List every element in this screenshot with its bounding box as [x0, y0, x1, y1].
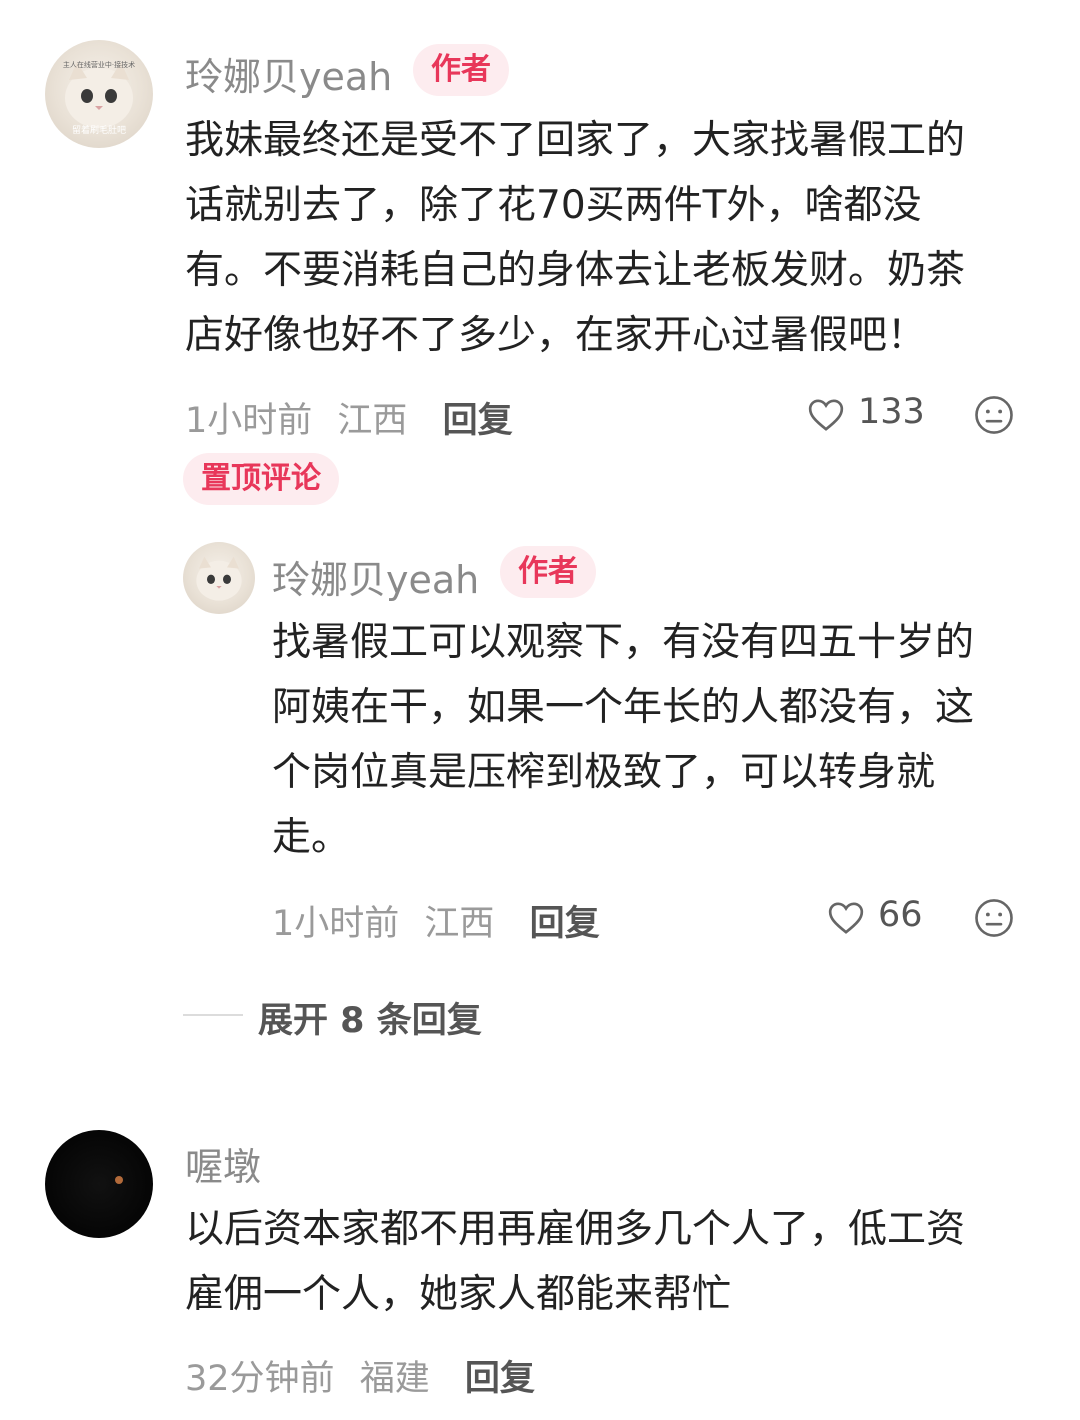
timestamp: 32分钟前: [185, 1359, 335, 1399]
heart-outline-icon[interactable]: [806, 395, 846, 435]
comment-text[interactable]: 我妹最终还是受不了回家了，大家找暑假工的 话就别去了，除了花70买两件T外，啥都…: [185, 108, 1045, 368]
comment-line: 以后资本家都不用再雇佣多几个人了，低工资: [185, 1207, 966, 1252]
pinned-badge: 置顶评论: [183, 453, 339, 505]
like-count: 133: [858, 392, 925, 432]
expand-replies-button[interactable]: 展开 8 条回复: [258, 992, 482, 1043]
neutral-face-icon[interactable]: [973, 897, 1015, 939]
comment-meta: 32分钟前 福建 回复: [185, 1350, 535, 1401]
comment-line: 雇佣一个人，她家人都能来帮忙: [185, 1272, 732, 1317]
comment-text[interactable]: 以后资本家都不用再雇佣多几个人了，低工资 雇佣一个人，她家人都能来帮忙: [185, 1197, 1045, 1327]
timestamp: 1小时前: [185, 401, 313, 441]
comment-line: 话就别去了，除了花70买两件T外，啥都没: [185, 183, 922, 228]
moon-avatar-image: [115, 1176, 123, 1184]
avatar[interactable]: [45, 1130, 153, 1238]
avatar-caption-top: 主人在线营业中·接技术: [62, 61, 136, 69]
location: 福建: [359, 1359, 430, 1399]
reply-line: 阿姨在干，如果一个年长的人都没有，这: [272, 685, 975, 730]
avatar[interactable]: 主人在线营业中·接技术 留着刷毛肚吧: [45, 40, 153, 148]
cat-avatar-image: [196, 556, 242, 601]
reply-button[interactable]: 回复: [443, 401, 513, 441]
neutral-face-icon[interactable]: [973, 394, 1015, 436]
username[interactable]: 玲娜贝yeah: [185, 46, 392, 101]
reply-text[interactable]: 找暑假工可以观察下，有没有四五十岁的 阿姨在干，如果一个年长的人都没有，这 个岗…: [272, 610, 1052, 870]
reply-meta: 1小时前 江西 回复: [272, 895, 600, 946]
reply-button[interactable]: 回复: [530, 904, 600, 944]
location: 江西: [424, 904, 495, 944]
comment-line: 有。不要消耗自己的身体去让老板发财。奶茶: [185, 248, 966, 293]
reply-button[interactable]: 回复: [465, 1359, 535, 1399]
reply-line: 个岗位真是压榨到极致了，可以转身就: [272, 750, 936, 795]
expand-divider: [183, 1014, 243, 1016]
comment-meta: 1小时前 江西 回复: [185, 392, 513, 443]
reply-line: 找暑假工可以观察下，有没有四五十岁的: [272, 620, 975, 665]
reply-avatar[interactable]: [183, 542, 255, 614]
timestamp: 1小时前: [272, 904, 400, 944]
like-count: 66: [878, 895, 923, 935]
comment-line: 店好像也好不了多少，在家开心过暑假吧！: [185, 313, 927, 358]
reply-username[interactable]: 玲娜贝yeah: [272, 549, 479, 604]
avatar-caption-bottom: 留着刷毛肚吧: [71, 126, 126, 136]
reply-line: 走。: [272, 815, 351, 860]
comment-line: 我妹最终还是受不了回家了，大家找暑假工的: [185, 118, 966, 163]
heart-outline-icon[interactable]: [826, 898, 866, 938]
location: 江西: [337, 401, 408, 441]
author-badge: 作者: [413, 44, 509, 96]
reply-author-badge: 作者: [500, 546, 596, 598]
username[interactable]: 喔墩: [185, 1136, 261, 1191]
